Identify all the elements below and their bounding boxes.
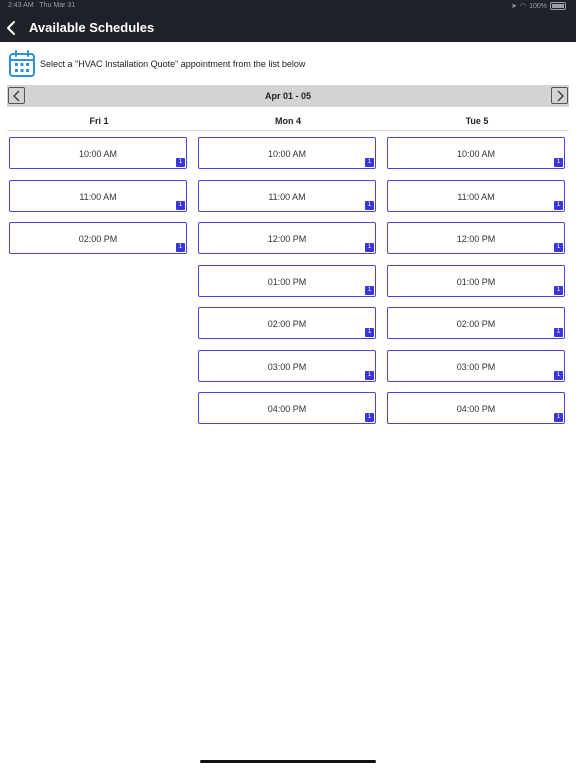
availability-count-badge: 1 [554, 158, 563, 167]
home-indicator[interactable] [200, 760, 376, 763]
availability-count-badge: 1 [365, 285, 374, 295]
time-slot-label: 11:00 AM [79, 191, 117, 202]
status-time: 2:43 AM Thu Mar 31 [8, 2, 75, 9]
time-slot-button[interactable]: 11:00 AM 1 [9, 179, 187, 212]
time-slot-label: 12:00 PM [267, 234, 307, 244]
time-slot-label: 10:00 AM [456, 149, 496, 159]
availability-count-badge: 1 [554, 328, 563, 337]
time-slot-label: 12:00 PM [456, 234, 496, 244]
time-slot-button[interactable]: 04:00 PM 1 [387, 392, 565, 424]
calendar-icon [9, 50, 35, 77]
status-date: Thu Mar 31 [39, 2, 76, 9]
availability-count-badge: 1 [176, 200, 185, 210]
time-slot-label: 03:00 PM [267, 361, 307, 372]
instruction-text: Select a "HVAC Installation Quote" appoi… [40, 59, 306, 69]
time-slot-button[interactable]: 03:00 PM 1 [387, 349, 565, 382]
week-navigator: Apr 01 - 05 [7, 85, 569, 107]
day-header-fri: Fri 1 [89, 116, 109, 126]
wifi-icon: ◠ [519, 3, 527, 10]
time-slot-button[interactable]: 10:00 AM 1 [387, 137, 565, 169]
day-header-mon: Mon 4 [275, 116, 301, 126]
day-header-row: Fri 1 Mon 4 Tue 5 [7, 110, 569, 131]
availability-count-badge: 1 [554, 285, 563, 295]
chevron-left-icon [7, 21, 15, 35]
week-range-label: Apr 01 - 05 [264, 91, 312, 101]
availability-count-badge: 1 [365, 370, 374, 380]
battery-percent: 100% [529, 2, 547, 10]
time-slot-button[interactable]: 03:00 PM 1 [198, 349, 376, 382]
app-header: 2:43 AM Thu Mar 31 ➤ ◠ 100% Available Sc… [0, 0, 576, 42]
time-slot-label: 11:00 AM [457, 191, 495, 202]
time-slot-button[interactable]: 01:00 PM 1 [198, 264, 376, 297]
availability-count-badge: 1 [365, 328, 374, 337]
time-slot-label: 04:00 PM [267, 404, 307, 414]
time-slot-button[interactable]: 10:00 AM 1 [9, 137, 187, 169]
availability-count-badge: 1 [176, 158, 185, 167]
time-slot-label: 04:00 PM [456, 404, 496, 414]
time-slot-label: 10:00 AM [267, 149, 307, 159]
availability-count-badge: 1 [554, 200, 563, 210]
availability-count-badge: 1 [365, 413, 374, 422]
location-icon: ➤ [511, 3, 517, 10]
time-slot-button[interactable]: 11:00 AM 1 [198, 179, 376, 212]
battery-icon [550, 2, 566, 10]
time-slot-button[interactable]: 02:00 PM 1 [9, 222, 187, 254]
chevron-right-icon [557, 90, 564, 101]
day-header-tue: Tue 5 [465, 116, 489, 126]
availability-count-badge: 1 [176, 243, 185, 252]
availability-count-badge: 1 [554, 370, 563, 380]
availability-count-badge: 1 [365, 243, 374, 252]
time-slot-button[interactable]: 04:00 PM 1 [198, 392, 376, 424]
time-slot-button[interactable]: 12:00 PM 1 [387, 222, 565, 254]
time-slot-label: 10:00 AM [78, 149, 118, 159]
availability-count-badge: 1 [365, 200, 374, 210]
time-slot-label: 03:00 PM [456, 361, 496, 372]
time-slot-button[interactable]: 01:00 PM 1 [387, 264, 565, 297]
availability-count-badge: 1 [365, 158, 374, 167]
time-slot-label: 01:00 PM [456, 276, 496, 287]
time-slot-button[interactable]: 12:00 PM 1 [198, 222, 376, 254]
time-slot-label: 01:00 PM [267, 276, 307, 287]
availability-count-badge: 1 [554, 243, 563, 252]
time-slot-label: 02:00 PM [78, 234, 118, 244]
status-clock: 2:43 AM [8, 2, 34, 9]
time-slot-label: 02:00 PM [456, 319, 496, 329]
page-title: Available Schedules [29, 20, 155, 35]
time-slot-label: 02:00 PM [267, 319, 307, 329]
next-week-button[interactable] [551, 87, 568, 104]
time-slot-button[interactable]: 02:00 PM 1 [198, 307, 376, 339]
time-slot-button[interactable]: 10:00 AM 1 [198, 137, 376, 169]
status-indicators: ➤ ◠ 100% [511, 2, 566, 10]
availability-count-badge: 1 [554, 413, 563, 422]
time-slot-button[interactable]: 02:00 PM 1 [387, 307, 565, 339]
instruction-row: Select a "HVAC Installation Quote" appoi… [8, 50, 568, 78]
status-bar: 2:43 AM Thu Mar 31 ➤ ◠ 100% [0, 0, 576, 12]
back-button[interactable] [4, 18, 20, 38]
time-slot-label: 11:00 AM [268, 191, 306, 202]
time-slot-button[interactable]: 11:00 AM 1 [387, 179, 565, 212]
